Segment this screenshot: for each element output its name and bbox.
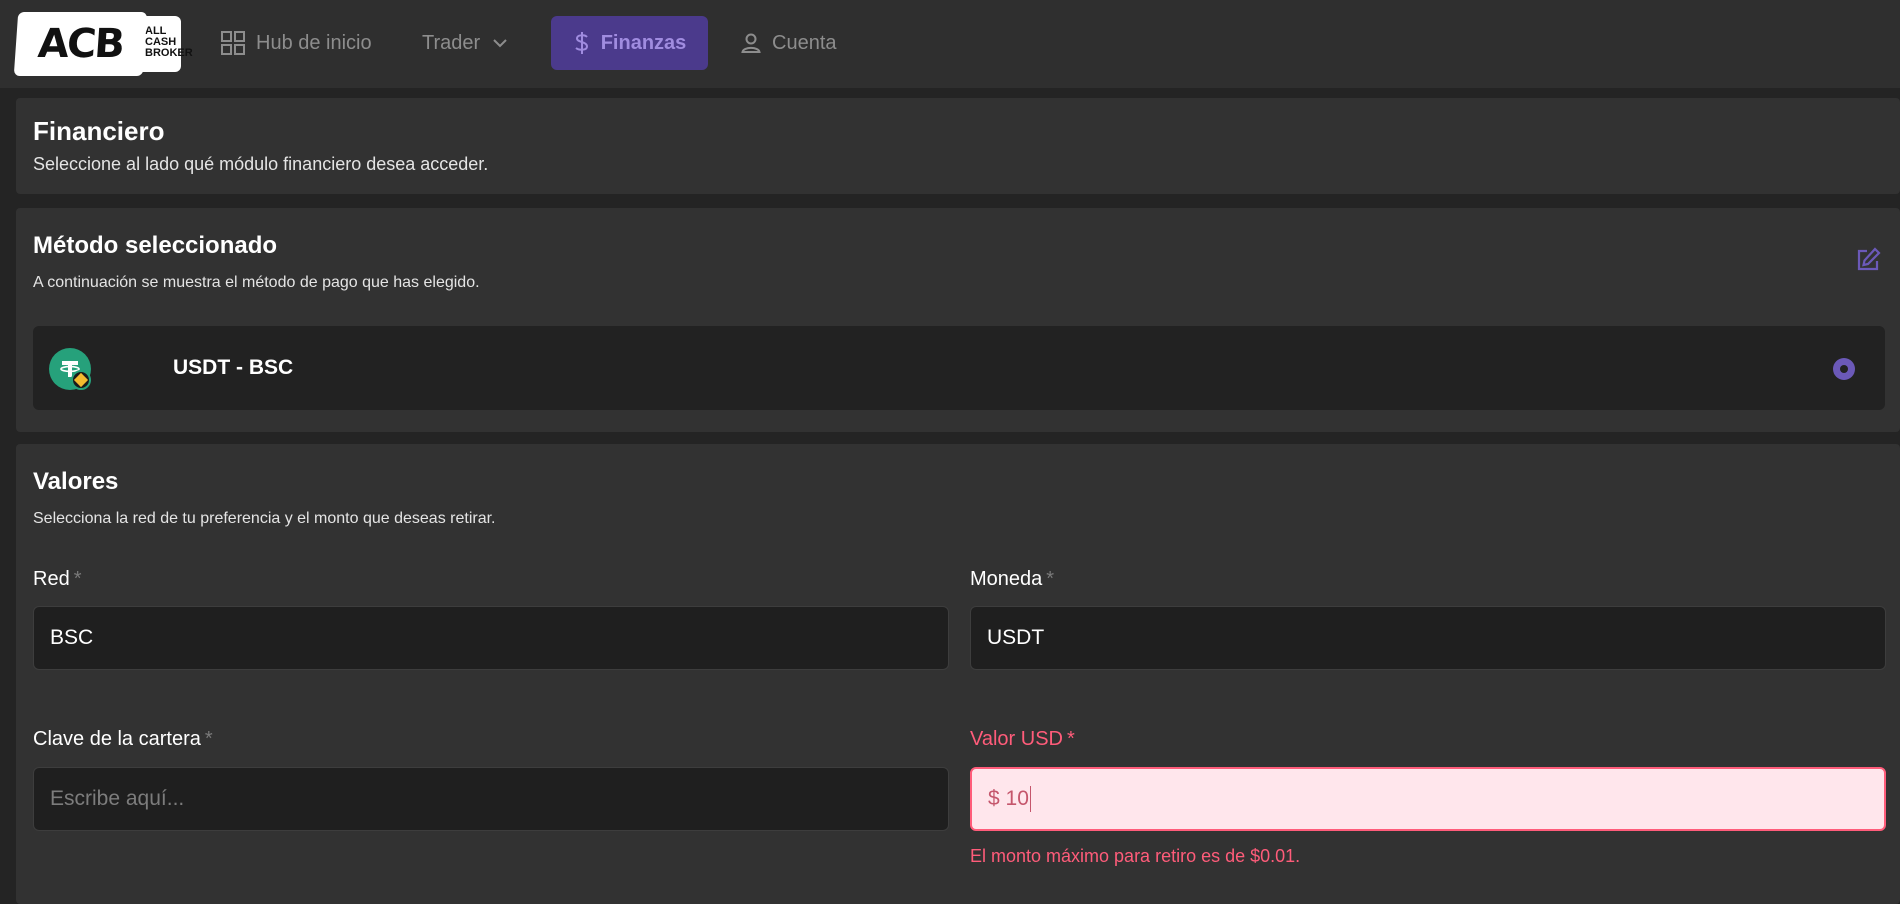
nav-item-hub[interactable]: Hub de inicio — [220, 16, 372, 70]
dollar-icon — [573, 31, 591, 55]
method-name: USDT - BSC — [173, 356, 294, 379]
financiero-card: Financiero Seleccione al lado qué módulo… — [16, 98, 1900, 194]
usd-amount-input[interactable]: $ 10 — [970, 767, 1886, 831]
method-subtitle: A continuación se muestra el método de p… — [33, 274, 480, 291]
logo-mark-text: ACB — [36, 21, 125, 67]
valor-label: Valor USD * — [970, 728, 1075, 751]
usd-amount-value: $ 10 — [988, 787, 1029, 810]
red-field[interactable]: BSC — [33, 606, 949, 670]
valor-label-text: Valor USD — [970, 728, 1063, 750]
moneda-field[interactable]: USDT — [970, 606, 1886, 670]
logo-word-3: BROKER — [145, 47, 193, 59]
red-value: BSC — [50, 626, 94, 649]
user-icon — [740, 32, 762, 54]
red-required-mark: * — [73, 568, 82, 590]
amount-error-message: El monto máximo para retiro es de $0.01. — [970, 846, 1301, 866]
logo-mark: ACB — [13, 12, 148, 76]
chevron-down-icon — [490, 33, 510, 53]
logo-wordmark: ALL CASH BROKER — [141, 16, 193, 72]
nav-label-hub: Hub de inicio — [256, 31, 372, 54]
wallet-key-placeholder: Escribe aquí... — [50, 787, 185, 810]
wallet-key-input[interactable]: Escribe aquí... — [33, 767, 949, 831]
values-subtitle: Selecciona la red de tu preferencia y el… — [33, 510, 496, 527]
clave-label-text: Clave de la cartera — [33, 728, 201, 750]
method-title: Método seleccionado — [33, 232, 278, 259]
edit-icon[interactable] — [1854, 246, 1882, 279]
moneda-value: USDT — [987, 626, 1045, 649]
red-label-text: Red — [33, 568, 70, 590]
nav-label-finanzas: Finanzas — [600, 31, 687, 54]
moneda-label-text: Moneda — [970, 568, 1043, 590]
values-card: Valores Selecciona la red de tu preferen… — [16, 444, 1900, 904]
page-title: Financiero — [33, 116, 165, 146]
nav-label-trader: Trader — [422, 31, 481, 54]
nav-item-finanzas[interactable]: Finanzas — [551, 16, 708, 70]
clave-label: Clave de la cartera * — [33, 728, 213, 751]
bnb-icon — [71, 370, 91, 390]
nav-label-cuenta: Cuenta — [772, 31, 837, 54]
selected-method-row[interactable]: USDT - BSC — [33, 326, 1885, 410]
method-card: Método seleccionado A continuación se mu… — [16, 208, 1900, 432]
nav-item-cuenta[interactable]: Cuenta — [740, 16, 837, 70]
red-label: Red * — [33, 568, 82, 591]
clave-required-mark: * — [204, 728, 213, 750]
moneda-required-mark: * — [1046, 568, 1055, 590]
page-subtitle: Seleccione al lado qué módulo financiero… — [33, 154, 489, 174]
text-caret — [1029, 786, 1031, 812]
valor-required-mark: * — [1067, 728, 1075, 750]
values-title: Valores — [33, 468, 119, 495]
selected-radio[interactable] — [1833, 358, 1855, 380]
top-navigation: ACB ALL CASH BROKER Hub de inicio Trader — [0, 0, 1900, 88]
moneda-label: Moneda * — [970, 568, 1054, 591]
grid-icon — [220, 30, 246, 56]
logo[interactable]: ACB ALL CASH BROKER — [13, 12, 193, 76]
nav-item-trader[interactable]: Trader — [422, 16, 510, 70]
